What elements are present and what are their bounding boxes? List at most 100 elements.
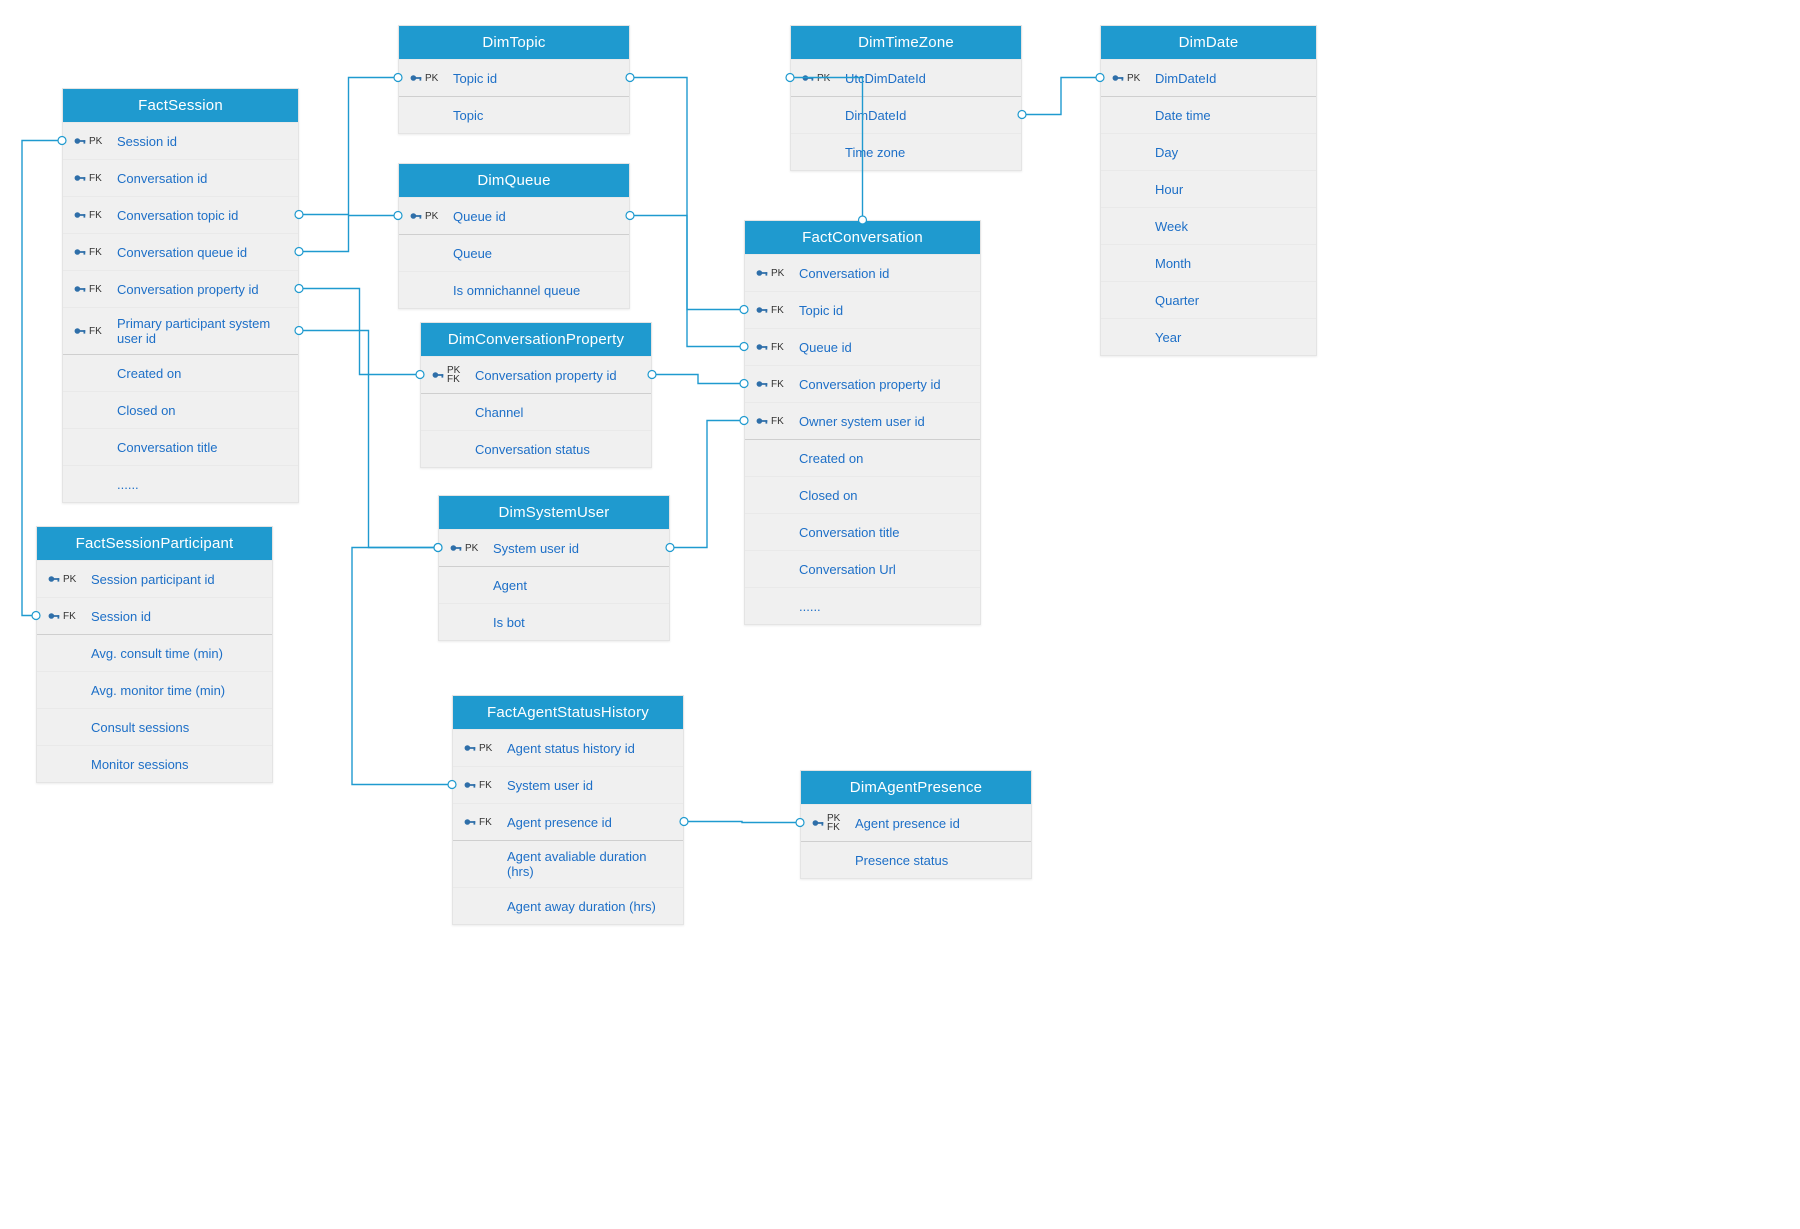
key-column: PK [1111, 71, 1155, 85]
entity-row: FKAgent presence id [453, 803, 683, 840]
entity-FactConversation[interactable]: FactConversationPKConversation idFKTopic… [744, 220, 981, 625]
entity-row: Closed on [63, 391, 298, 428]
key-icon [463, 778, 477, 792]
field-label: Agent avaliable duration (hrs) [507, 849, 673, 879]
entity-DimSystemUser[interactable]: DimSystemUserPKSystem user idAgentIs bot [438, 495, 670, 641]
entity-DimTimeZone[interactable]: DimTimeZonePKUtcDimDateIdDimDateIdTime z… [790, 25, 1022, 171]
key-icon [755, 266, 769, 280]
relationship-line [299, 78, 398, 215]
entity-DimAgentPresence[interactable]: DimAgentPresencePKFKAgent presence id Pre… [800, 770, 1032, 879]
field-label: Primary participant system user id [117, 316, 288, 346]
entity-DimDate[interactable]: DimDatePKDimDateIdDate timeDayHourWeekMo… [1100, 25, 1317, 356]
entity-title: DimSystemUser [439, 496, 669, 529]
field-label: Created on [799, 451, 970, 466]
entity-title: FactSessionParticipant [37, 527, 272, 560]
key-icon [73, 324, 87, 338]
field-label: Conversation title [117, 440, 288, 455]
key-icon [47, 609, 61, 623]
entity-DimQueue[interactable]: DimQueuePKQueue idQueueIs omnichannel qu… [398, 163, 630, 309]
field-label: Time zone [845, 145, 1011, 160]
key-column: FK [463, 778, 507, 792]
key-column: PK [73, 134, 117, 148]
key-column: PK [47, 572, 91, 586]
relationship-line [652, 375, 744, 384]
key-column: PK [409, 71, 453, 85]
entity-row: Month [1101, 244, 1316, 281]
entity-row: PKUtcDimDateId [791, 59, 1021, 96]
field-label: Owner system user id [799, 414, 970, 429]
field-label: Queue id [453, 209, 619, 224]
key-icon [73, 282, 87, 296]
entity-row: PKAgent status history id [453, 729, 683, 766]
entity-row: Conversation Url [745, 550, 980, 587]
relationship-line [352, 548, 452, 785]
entity-FactSession[interactable]: FactSessionPKSession idFKConversation id… [62, 88, 299, 503]
field-label: Date time [1155, 108, 1306, 123]
field-label: Conversation id [117, 171, 288, 186]
entity-row: FKOwner system user id [745, 402, 980, 439]
entity-row: Presence status [801, 841, 1031, 878]
field-label: Avg. monitor time (min) [91, 683, 262, 698]
field-label: Quarter [1155, 293, 1306, 308]
field-label: Session participant id [91, 572, 262, 587]
key-icon [463, 815, 477, 829]
entity-row: DimDateId [791, 96, 1021, 133]
field-label: Presence status [855, 853, 1021, 868]
entity-DimConversationProperty[interactable]: DimConversationPropertyPKFKConversation … [420, 322, 652, 468]
field-label: Monitor sessions [91, 757, 262, 772]
key-icon [755, 340, 769, 354]
field-label: Consult sessions [91, 720, 262, 735]
key-icon [755, 414, 769, 428]
key-column: FK [755, 377, 799, 391]
relationship-line [630, 78, 744, 310]
field-label: Is bot [493, 615, 659, 630]
field-label: Hour [1155, 182, 1306, 197]
entity-row: FKQueue id [745, 328, 980, 365]
field-label: DimDateId [845, 108, 1011, 123]
field-label: Queue id [799, 340, 970, 355]
field-label: Session id [91, 609, 262, 624]
entity-row: Queue [399, 234, 629, 271]
field-label: Conversation status [475, 442, 641, 457]
field-label: System user id [493, 541, 659, 556]
key-column: PKFK [811, 814, 855, 832]
entity-row: PKFKAgent presence id [801, 804, 1031, 841]
entity-row: Is omnichannel queue [399, 271, 629, 308]
entity-row: Avg. monitor time (min) [37, 671, 272, 708]
entity-row: Hour [1101, 170, 1316, 207]
entity-title: FactSession [63, 89, 298, 122]
entity-row: PKConversation id [745, 254, 980, 291]
entity-row: Avg. consult time (min) [37, 634, 272, 671]
entity-DimTopic[interactable]: DimTopicPKTopic idTopic [398, 25, 630, 134]
entity-title: DimAgentPresence [801, 771, 1031, 804]
entity-row: FKSession id [37, 597, 272, 634]
field-label: Is omnichannel queue [453, 283, 619, 298]
key-column: FK [73, 324, 117, 338]
entity-row: PKSession participant id [37, 560, 272, 597]
field-label: Agent away duration (hrs) [507, 899, 673, 914]
key-column: PK [463, 741, 507, 755]
field-label: Topic id [453, 71, 619, 86]
entity-FactSessionParticipant[interactable]: FactSessionParticipantPKSession particip… [36, 526, 273, 783]
entity-row: FKConversation id [63, 159, 298, 196]
field-label: Day [1155, 145, 1306, 160]
field-label: System user id [507, 778, 673, 793]
entity-row: FKConversation property id [63, 270, 298, 307]
key-column: PK [449, 541, 493, 555]
entity-title: DimTopic [399, 26, 629, 59]
entity-row: Closed on [745, 476, 980, 513]
relationship-line [299, 331, 438, 548]
entity-row: Conversation title [63, 428, 298, 465]
entity-FactAgentStatusHistory[interactable]: FactAgentStatusHistoryPKAgent status his… [452, 695, 684, 925]
key-icon [409, 209, 423, 223]
entity-title: FactConversation [745, 221, 980, 254]
entity-row: Week [1101, 207, 1316, 244]
key-column: FK [463, 815, 507, 829]
relationship-line [670, 421, 744, 548]
entity-row: FKSystem user id [453, 766, 683, 803]
field-label: Session id [117, 134, 288, 149]
entity-row: FKConversation property id [745, 365, 980, 402]
entity-row: Day [1101, 133, 1316, 170]
entity-row: Year [1101, 318, 1316, 355]
entity-title: FactAgentStatusHistory [453, 696, 683, 729]
